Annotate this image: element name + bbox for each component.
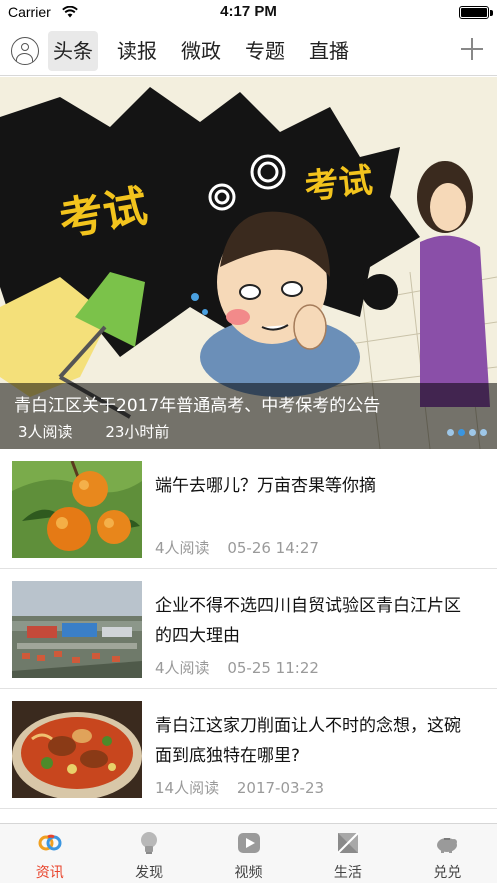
piggy-bank-icon [437, 838, 458, 853]
tabbar-item-life[interactable]: 生活 [298, 824, 397, 883]
tabbar-label: 视频 [234, 865, 263, 881]
play-icon [237, 833, 260, 853]
battery-icon [459, 6, 489, 19]
news-title: 企业不得不选四川自贸试验区青白江片区的四大理由 [155, 596, 461, 646]
banner-caption: 青白江区关于2017年普通高考、中考保考的公告 3人阅读 23小时前 [0, 383, 497, 449]
tabbar-label: 兑兑 [433, 865, 462, 881]
tab-micro-gov[interactable]: 微政 [176, 31, 226, 71]
news-read-count: 14人阅读 [155, 779, 220, 797]
tab-newspaper[interactable]: 读报 [112, 31, 162, 71]
tabbar-label: 资讯 [35, 865, 64, 881]
news-meta: 4人阅读 05-26 14:27 [155, 537, 332, 558]
channel-nav-bar: 头条 读报 微政 专题 直播 [0, 26, 497, 76]
news-icon [38, 834, 62, 851]
news-list: 端午去哪儿？万亩杏果等你摘 4人阅读 05-26 14:27 企业不得不选四川自… [0, 449, 497, 809]
banner-image-text-right: 考试 [303, 161, 375, 208]
news-thumbnail-noodle-bowl [12, 701, 142, 798]
news-item[interactable]: 企业不得不选四川自贸试验区青白江片区的四大理由 4人阅读 05-25 11:22 [0, 569, 497, 689]
tabbar-item-discover[interactable]: 发现 [99, 824, 198, 883]
tabbar-label: 生活 [333, 865, 362, 881]
tab-headlines[interactable]: 头条 [48, 31, 98, 71]
banner-carousel[interactable]: 考试 考试 青白江区关于2017年普通高考、中考保考的公告 3人阅读 23小时前 [0, 77, 497, 449]
tab-live[interactable]: 直播 [304, 31, 354, 71]
add-channel-button[interactable] [461, 38, 483, 60]
life-icon [337, 832, 359, 854]
tabbar-item-video[interactable]: 视频 [199, 824, 298, 883]
banner-read-count: 3人阅读 [18, 423, 73, 441]
news-thumbnail-industrial-park [12, 581, 142, 678]
news-meta: 14人阅读 2017-03-23 [155, 777, 337, 798]
tabbar-item-news[interactable]: 资讯 [0, 824, 99, 883]
bottom-tab-bar: 资讯 发现 视频 生活 兑兑 [0, 823, 497, 883]
news-meta: 4人阅读 05-25 11:22 [155, 657, 332, 678]
news-title: 端午去哪儿？万亩杏果等你摘 [155, 476, 376, 496]
channel-tabs: 头条 读报 微政 专题 直播 [48, 31, 368, 71]
tabbar-item-exchange[interactable]: 兑兑 [398, 824, 497, 883]
carousel-dot[interactable] [480, 429, 487, 436]
news-thumbnail-apricots [12, 461, 142, 558]
news-date: 05-26 14:27 [227, 539, 319, 557]
news-date: 2017-03-23 [236, 779, 325, 797]
news-date: 05-25 11:22 [227, 659, 319, 677]
carousel-page-indicator[interactable] [443, 429, 487, 436]
status-time: 4:17 PM [220, 3, 277, 20]
banner-time: 23小时前 [105, 423, 170, 441]
banner-title: 青白江区关于2017年普通高考、中考保考的公告 [14, 396, 381, 416]
tab-topics[interactable]: 专题 [240, 31, 290, 71]
tabbar-label: 发现 [135, 865, 164, 881]
news-item[interactable]: 青白江这家刀削面让人不时的念想，这碗面到底独特在哪里? 14人阅读 2017-0… [0, 689, 497, 809]
carousel-dot[interactable] [447, 429, 454, 436]
carousel-dot[interactable] [469, 429, 476, 436]
banner-meta: 3人阅读 23小时前 [18, 421, 197, 442]
news-item[interactable]: 端午去哪儿？万亩杏果等你摘 4人阅读 05-26 14:27 [0, 449, 497, 569]
battery-tip [490, 10, 493, 16]
news-read-count: 4人阅读 [155, 659, 210, 677]
news-title: 青白江这家刀削面让人不时的念想，这碗面到底独特在哪里? [155, 716, 461, 766]
news-read-count: 4人阅读 [155, 539, 210, 557]
status-bar: Carrier 4:17 PM [0, 0, 497, 26]
carousel-dot[interactable] [458, 429, 465, 436]
user-avatar-icon[interactable] [11, 37, 39, 65]
lightbulb-icon [141, 832, 158, 854]
